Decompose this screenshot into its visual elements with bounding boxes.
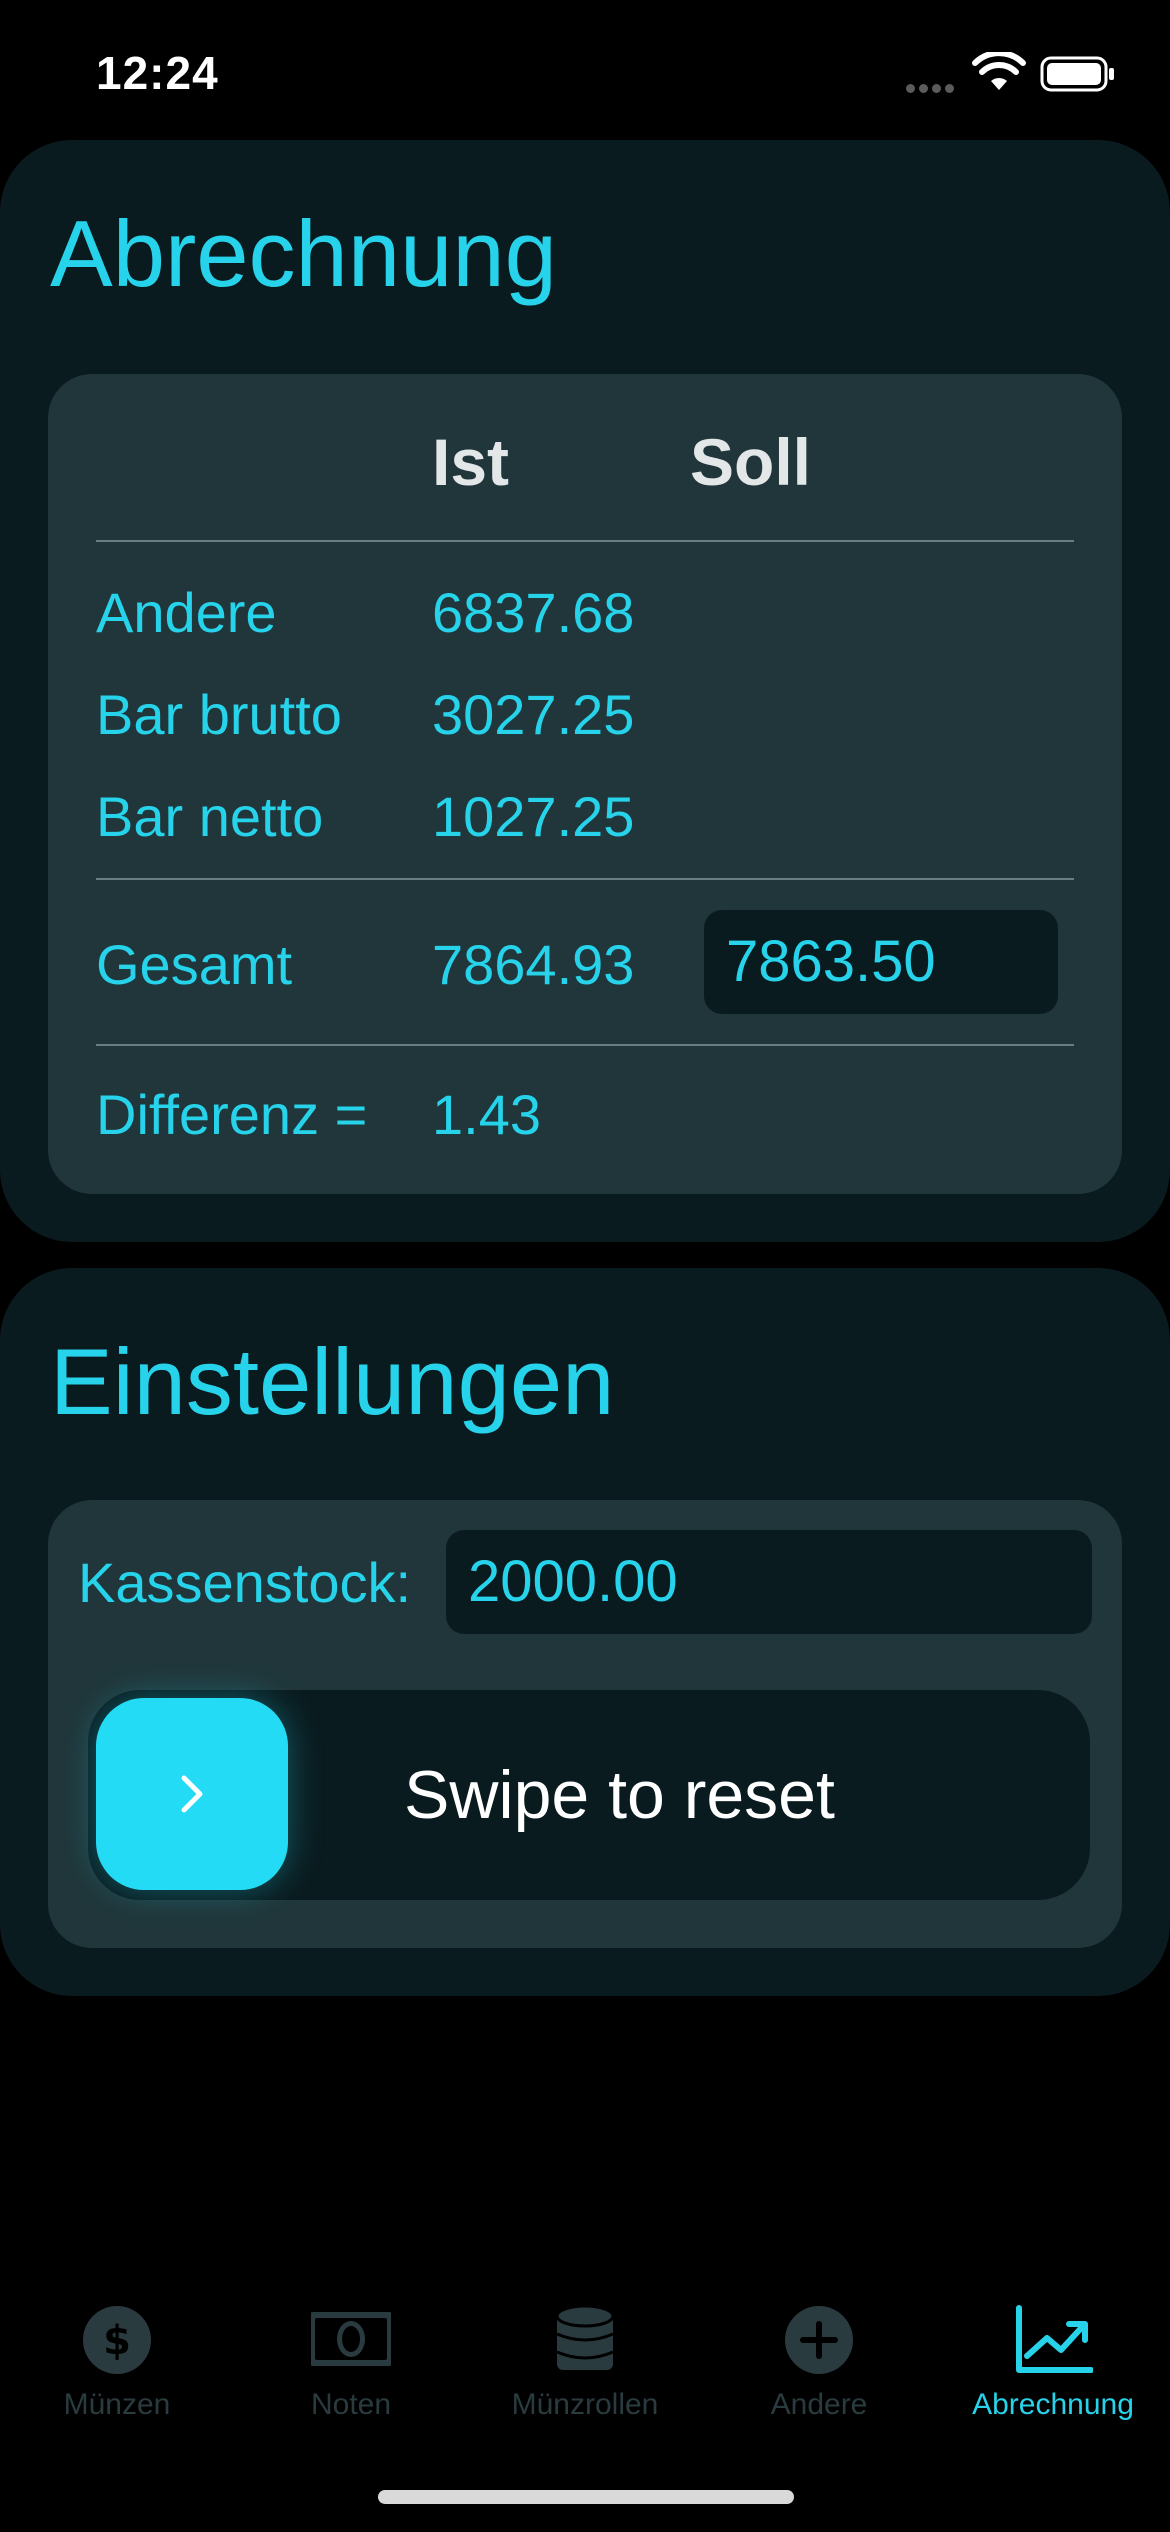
coin-stack-icon — [555, 2304, 615, 2370]
wifi-icon — [972, 52, 1026, 90]
status-bar: 12:24 — [0, 0, 1170, 140]
abrechnung-card: Abrechnung Ist Soll Andere 6837.68 Bar b… — [0, 140, 1170, 1242]
status-time: 12:24 — [96, 47, 219, 99]
tab-muenzen[interactable]: $ Münzen — [0, 2280, 234, 2440]
rows-divider — [96, 878, 1074, 880]
row-value-bar-netto: 1027.25 — [432, 785, 635, 848]
tab-andere[interactable]: Andere — [702, 2280, 936, 2440]
tab-label-andere: Andere — [770, 2388, 868, 2421]
tab-abrechnung[interactable]: Abrechnung — [936, 2280, 1170, 2440]
gesamt-soll-input[interactable]: 7863.50 — [704, 910, 1058, 1014]
differenz-label: Differenz = — [96, 1083, 368, 1146]
swipe-to-reset-track[interactable]: Swipe to reset — [88, 1690, 1090, 1900]
tab-bar: $ Münzen Noten Münzrollen Andere Abrechn… — [0, 2280, 1170, 2460]
home-indicator[interactable] — [378, 2490, 794, 2504]
svg-text:$: $ — [103, 2318, 131, 2364]
tab-label-noten: Noten — [310, 2388, 392, 2421]
row-label-bar-netto: Bar netto — [96, 785, 324, 848]
gesamt-label: Gesamt — [96, 933, 293, 996]
settings-panel: Kassenstock: 2000.00 Swipe to reset — [48, 1500, 1122, 1948]
tab-noten[interactable]: Noten — [234, 2280, 468, 2440]
row-label-bar-brutto: Bar brutto — [96, 683, 342, 746]
banknote-icon — [311, 2312, 391, 2366]
kassenstock-label: Kassenstock: — [78, 1551, 412, 1614]
swipe-knob[interactable] — [96, 1698, 288, 1890]
abrechnung-title: Abrechnung — [50, 201, 557, 306]
row-value-bar-brutto: 3027.25 — [432, 683, 635, 746]
einstellungen-card: Einstellungen Kassenstock: 2000.00 Swipe… — [0, 1268, 1170, 1996]
gesamt-divider — [96, 1044, 1074, 1046]
gesamt-ist-value: 7864.93 — [432, 933, 635, 996]
cellular-signal-icon — [906, 80, 958, 98]
tab-label-abrechnung: Abrechnung — [972, 2388, 1134, 2421]
dollar-coin-icon: $ — [83, 2306, 151, 2374]
tab-label-muenzrollen: Münzrollen — [511, 2388, 659, 2421]
kassenstock-input[interactable]: 2000.00 — [446, 1530, 1092, 1634]
column-header-soll: Soll — [690, 425, 812, 499]
battery-icon — [1040, 56, 1114, 92]
tab-muenzrollen[interactable]: Münzrollen — [468, 2280, 702, 2440]
einstellungen-title: Einstellungen — [50, 1329, 615, 1434]
abrechnung-table: Ist Soll Andere 6837.68 Bar brutto 3027.… — [48, 374, 1122, 1194]
header-divider — [96, 540, 1074, 542]
chart-line-icon — [1016, 2305, 1093, 2373]
chevron-right-icon — [181, 1775, 203, 1813]
row-value-andere: 6837.68 — [432, 581, 635, 644]
row-label-andere: Andere — [96, 581, 277, 644]
swipe-to-reset-label: Swipe to reset — [404, 1757, 835, 1833]
column-header-ist: Ist — [432, 425, 510, 499]
differenz-value: 1.43 — [432, 1083, 541, 1146]
plus-circle-icon — [785, 2306, 853, 2374]
tab-label-muenzen: Münzen — [63, 2388, 171, 2421]
